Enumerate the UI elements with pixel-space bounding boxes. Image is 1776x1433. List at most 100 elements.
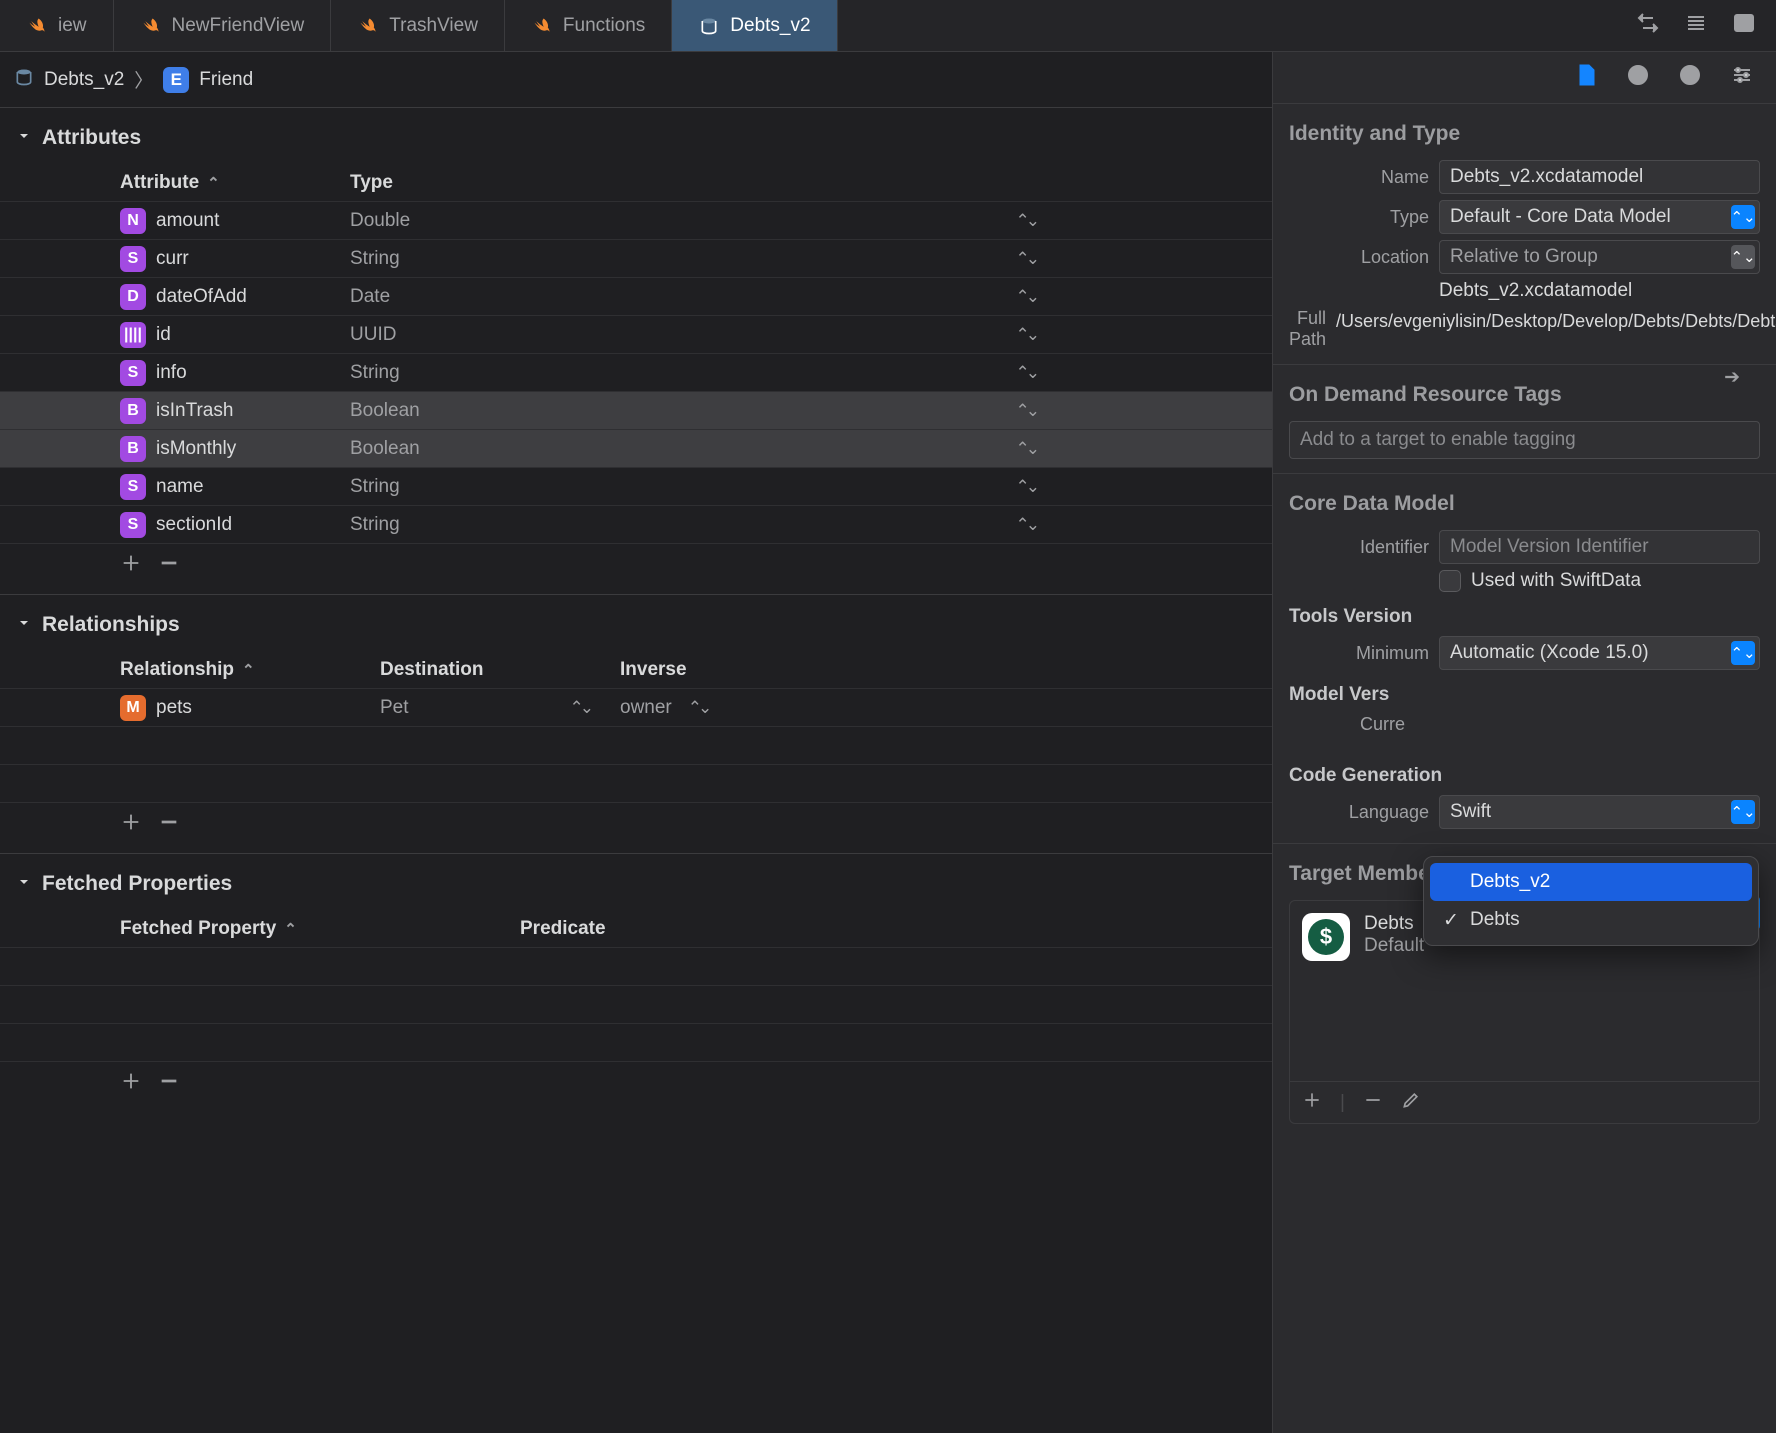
- tab-trashview[interactable]: TrashView: [331, 0, 505, 51]
- table-row[interactable]: BisMonthlyBoolean⌃⌄: [0, 430, 1272, 468]
- table-row[interactable]: ||||idUUID⌃⌄: [0, 316, 1272, 354]
- updown-icon[interactable]: ⌃⌄: [1016, 515, 1037, 535]
- table-row[interactable]: NamountDouble⌃⌄: [0, 202, 1272, 240]
- remove-fetched-button[interactable]: [158, 1070, 180, 1098]
- tab-label: TrashView: [389, 15, 478, 37]
- name-field[interactable]: Debts_v2.xcdatamodel: [1439, 160, 1760, 194]
- add-attribute-button[interactable]: [120, 552, 142, 580]
- add-target-button[interactable]: [1302, 1090, 1322, 1116]
- attr-type: Boolean: [350, 400, 420, 422]
- table-row[interactable]: DdateOfAddDate⌃⌄: [0, 278, 1272, 316]
- tab-functions[interactable]: Functions: [505, 0, 672, 51]
- table-row-empty: [0, 765, 1272, 803]
- table-row[interactable]: SnameString⌃⌄: [0, 468, 1272, 506]
- attr-type: String: [350, 362, 400, 384]
- language-select[interactable]: Swift⌃⌄: [1439, 795, 1760, 829]
- swiftdata-checkbox[interactable]: [1439, 570, 1461, 592]
- type-badge: S: [120, 360, 146, 386]
- edit-target-button[interactable]: [1401, 1090, 1421, 1116]
- type-badge: S: [120, 474, 146, 500]
- minimum-select[interactable]: Automatic (Xcode 15.0)⌃⌄: [1439, 636, 1760, 670]
- relationships-header: Relationship⌃ Destination Inverse: [0, 651, 1272, 689]
- identity-title: Identity and Type: [1289, 122, 1760, 146]
- location-label: Location: [1289, 247, 1429, 268]
- fetched-properties-section: Fetched Properties Fetched Property⌃ Pre…: [0, 853, 1272, 1106]
- fetched-header: Fetched Property⌃ Predicate: [0, 910, 1272, 948]
- modelver-title: Model Vers: [1289, 684, 1760, 706]
- breadcrumb-root[interactable]: Debts_v2: [44, 69, 124, 91]
- reveal-in-finder-icon[interactable]: ➔: [1724, 366, 1740, 389]
- attr-name: curr: [156, 248, 189, 270]
- dropdown-option[interactable]: Debts_v2: [1430, 863, 1752, 901]
- rel-name: pets: [156, 697, 192, 719]
- model-version-dropdown[interactable]: Debts_v2 ✓ Debts: [1423, 856, 1759, 946]
- add-relationship-button[interactable]: [120, 811, 142, 839]
- model-icon: [698, 15, 720, 37]
- panel-toggle-icon[interactable]: [1732, 11, 1756, 41]
- attr-type: UUID: [350, 324, 396, 346]
- updown-icon[interactable]: ⌃⌄: [1016, 211, 1037, 231]
- coredata-title: Core Data Model: [1289, 492, 1760, 516]
- type-badge: M: [120, 695, 146, 721]
- section-title: Fetched Properties: [42, 872, 232, 896]
- attr-name: info: [156, 362, 187, 384]
- remove-target-button[interactable]: [1363, 1090, 1383, 1116]
- updown-icon[interactable]: ⌃⌄: [1016, 477, 1037, 497]
- app-icon: $: [1302, 913, 1350, 961]
- table-row-empty: [0, 986, 1272, 1024]
- file-inspector-tab[interactable]: [1574, 63, 1598, 93]
- type-badge: ||||: [120, 322, 146, 348]
- chevron-down-icon[interactable]: [16, 872, 32, 896]
- updown-icon[interactable]: ⌃⌄: [1016, 287, 1037, 307]
- table-row[interactable]: MpetsPet⌃⌄owner⌃⌄: [0, 689, 1272, 727]
- updown-icon[interactable]: ⌃⌄: [688, 698, 709, 718]
- sort-asc-icon: ⌃: [284, 920, 297, 938]
- tab-bar: iew NewFriendView TrashView Functions De…: [0, 0, 1776, 52]
- type-badge: S: [120, 246, 146, 272]
- table-row[interactable]: Scurr String ⌃⌄: [0, 240, 1272, 278]
- col-type[interactable]: Type: [350, 172, 1256, 194]
- table-row[interactable]: SsectionIdString⌃⌄: [0, 506, 1272, 544]
- history-tab[interactable]: [1626, 63, 1650, 93]
- remove-relationship-button[interactable]: [158, 811, 180, 839]
- col-fetched-property[interactable]: Fetched Property⌃: [120, 918, 520, 940]
- tab-iew[interactable]: iew: [0, 0, 114, 51]
- updown-icon: ⌃⌄: [1731, 205, 1755, 229]
- updown-icon[interactable]: ⌃⌄: [570, 698, 591, 718]
- remove-attribute-button[interactable]: [158, 552, 180, 580]
- col-attribute[interactable]: Attribute⌃: [120, 172, 350, 194]
- updown-icon[interactable]: ⌃⌄: [1016, 363, 1037, 383]
- add-fetched-button[interactable]: [120, 1070, 142, 1098]
- col-destination[interactable]: Destination: [380, 659, 620, 681]
- tab-newfriendview[interactable]: NewFriendView: [114, 0, 332, 51]
- type-select[interactable]: Default - Core Data Model⌃⌄: [1439, 200, 1760, 234]
- table-row[interactable]: Sinfo String ⌃⌄: [0, 354, 1272, 392]
- fetched-actions: [0, 1062, 1272, 1106]
- breadcrumb-entity[interactable]: Friend: [199, 69, 253, 91]
- table-row[interactable]: BisInTrashBoolean⌃⌄: [0, 392, 1272, 430]
- help-tab[interactable]: [1678, 63, 1702, 93]
- align-icon[interactable]: [1684, 11, 1708, 41]
- tab-debts-v2[interactable]: Debts_v2: [672, 0, 837, 51]
- swap-icon[interactable]: [1636, 11, 1660, 41]
- updown-icon[interactable]: ⌃⌄: [1016, 439, 1037, 459]
- col-predicate[interactable]: Predicate: [520, 918, 1256, 940]
- col-inverse[interactable]: Inverse: [620, 659, 1256, 681]
- attr-type: String: [350, 248, 400, 270]
- location-select[interactable]: Relative to Group⌃⌄: [1439, 240, 1760, 274]
- updown-icon[interactable]: ⌃⌄: [1016, 325, 1037, 345]
- dropdown-option[interactable]: ✓ Debts: [1430, 901, 1752, 939]
- type-badge: B: [120, 436, 146, 462]
- swift-icon: [140, 15, 162, 37]
- model-icon: [14, 67, 34, 93]
- target-app: Debts: [1364, 913, 1424, 935]
- attr-name: sectionId: [156, 514, 232, 536]
- updown-icon[interactable]: ⌃⌄: [1016, 401, 1037, 421]
- updown-icon[interactable]: ⌃⌄: [1016, 249, 1037, 269]
- attr-type: Double: [350, 210, 410, 232]
- chevron-down-icon[interactable]: [16, 126, 32, 150]
- col-relationship[interactable]: Relationship⌃: [120, 659, 380, 681]
- settings-tab[interactable]: [1730, 63, 1754, 93]
- identifier-field[interactable]: Model Version Identifier: [1439, 530, 1760, 564]
- chevron-down-icon[interactable]: [16, 613, 32, 637]
